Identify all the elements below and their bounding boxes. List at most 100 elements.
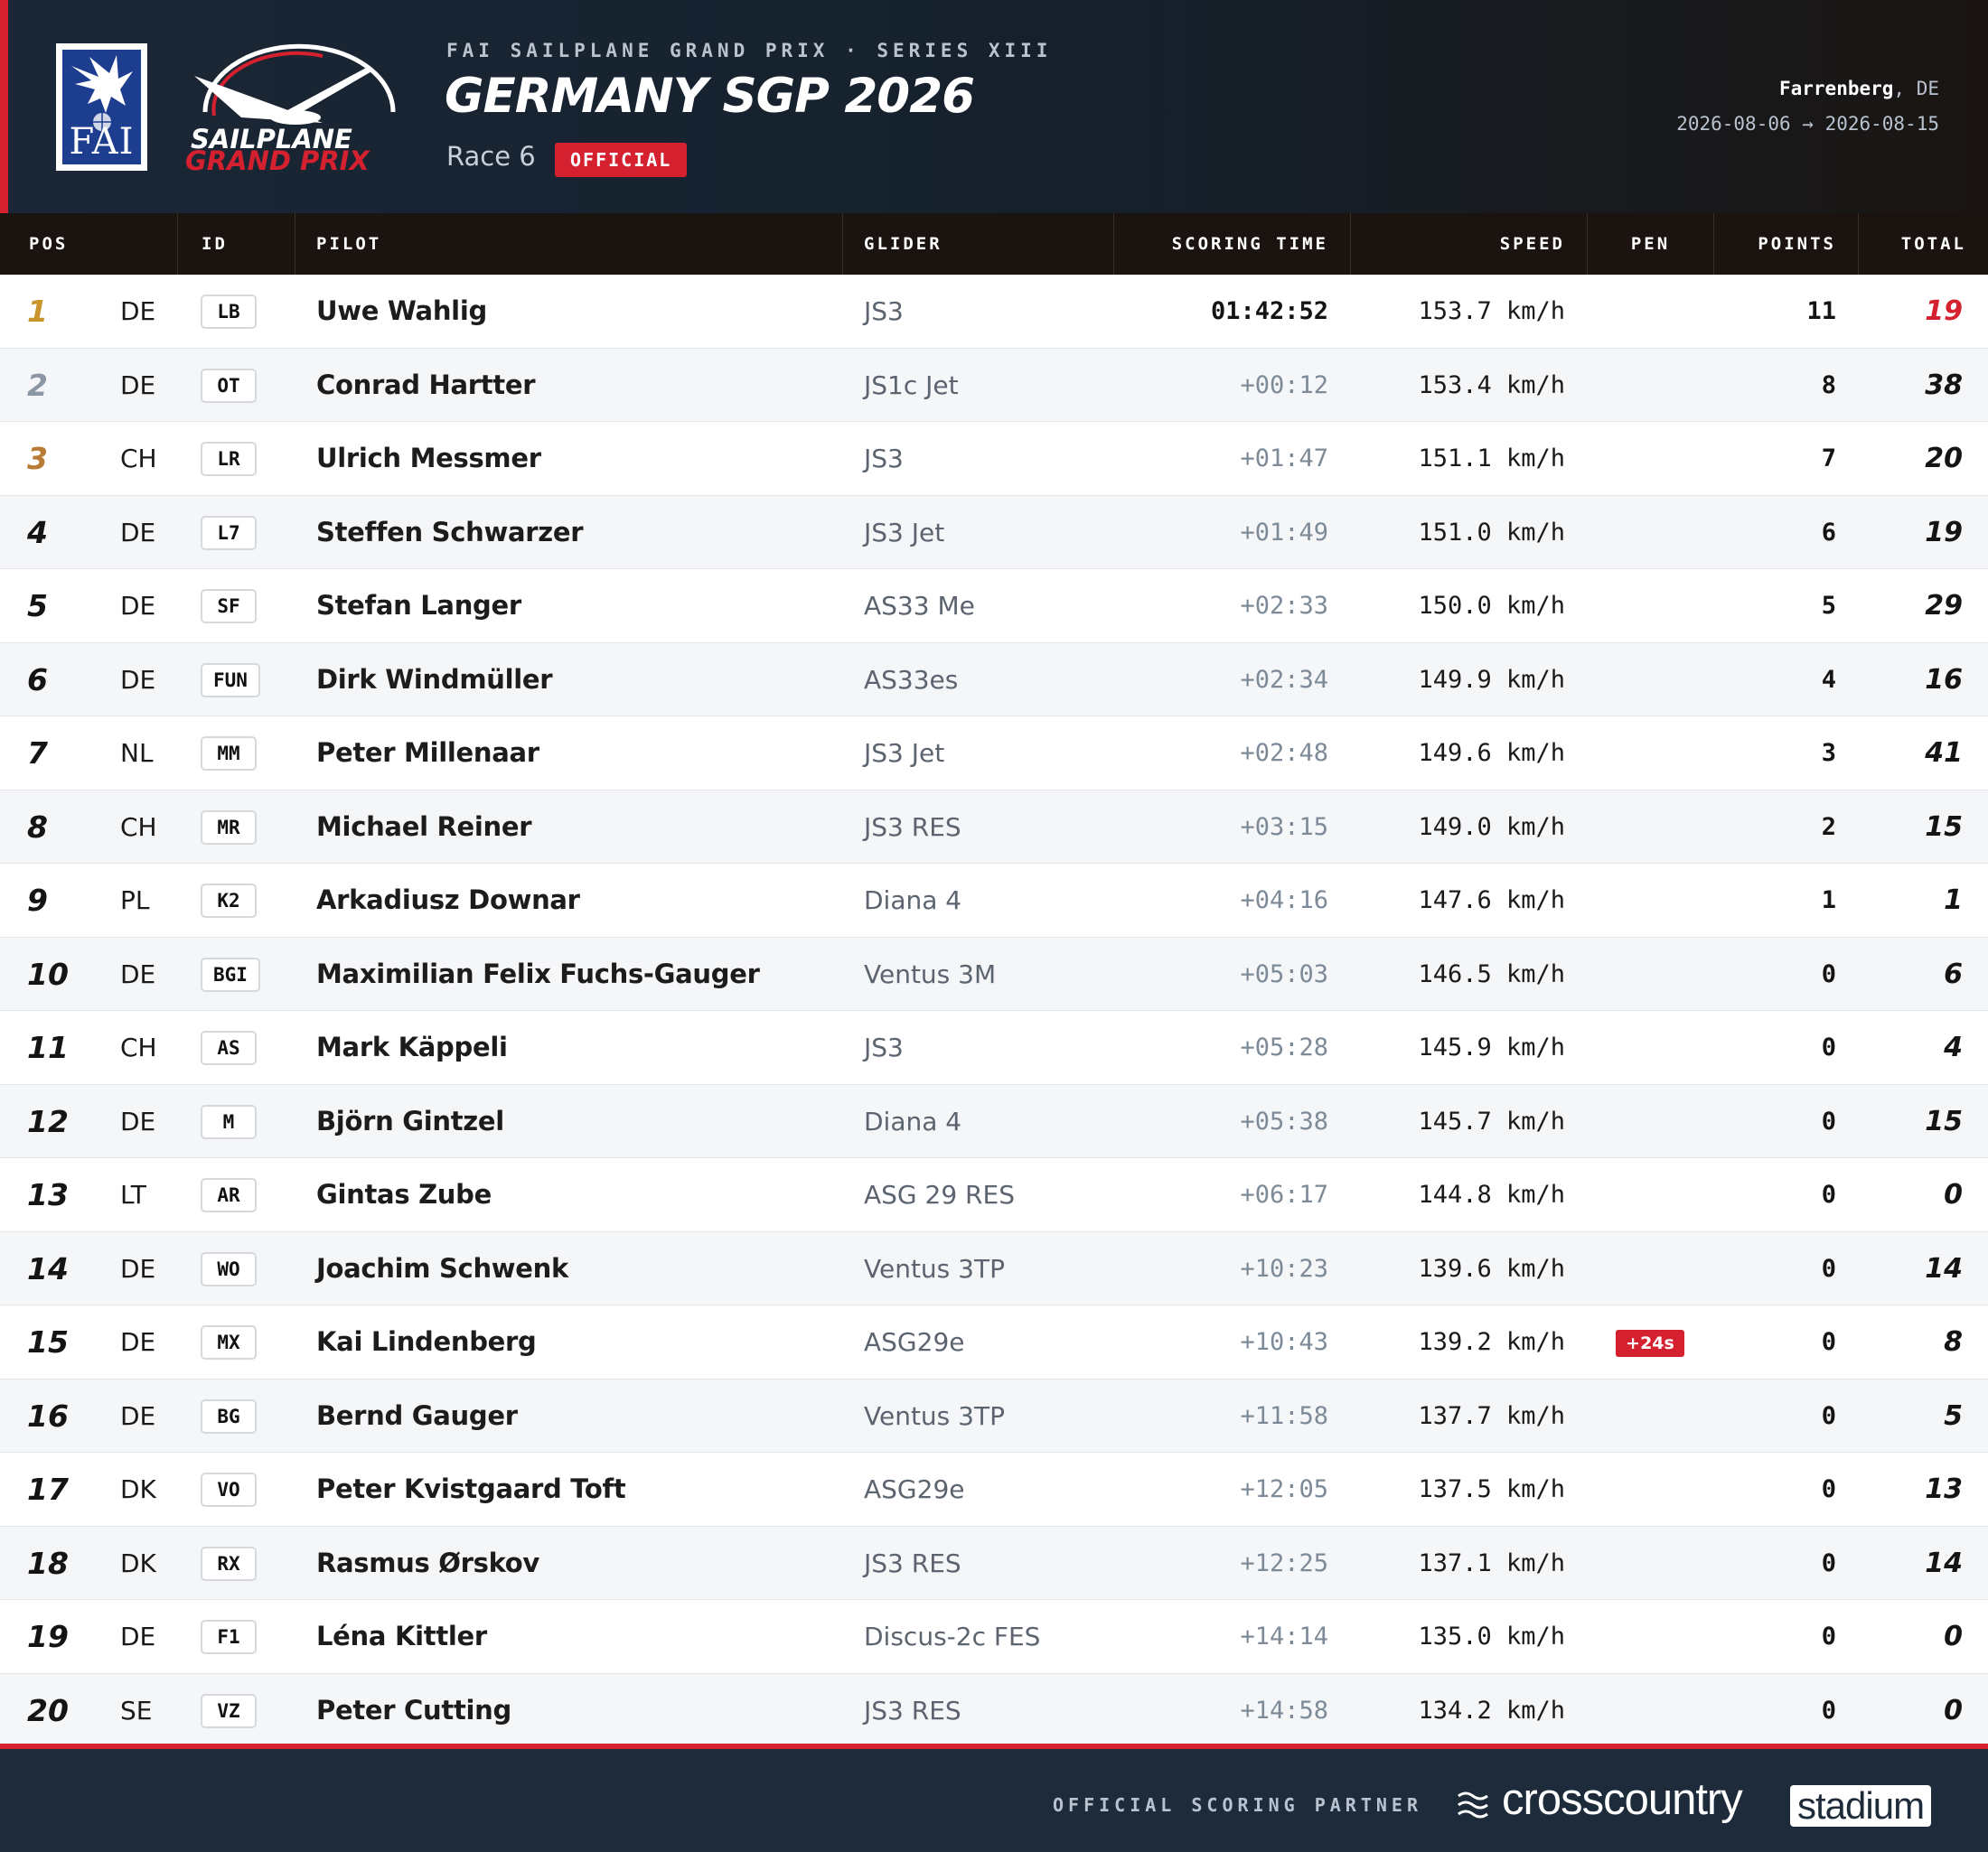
position: 7 — [27, 735, 48, 771]
pilot-name[interactable]: Rasmus Ørskov — [316, 1527, 539, 1600]
pilot-name[interactable]: Stefan Langer — [316, 569, 521, 642]
brand-wordmark[interactable]: crosscountry — [1502, 1774, 1743, 1825]
pilot-name[interactable]: Conrad Hartter — [316, 349, 536, 422]
scoring-time: +05:28 — [1240, 1034, 1328, 1062]
table-row[interactable]: 1 DE LB Uwe Wahlig JS3 01:42:52 153.7 km/h 11 19 — [0, 275, 1988, 349]
position: 10 — [27, 956, 69, 992]
table-row[interactable]: 20 SE VZ Peter Cutting JS3 RES +14:58 134.2 km… — [0, 1673, 1988, 1747]
glider-type: JS3 RES — [864, 1695, 961, 1726]
pilot-name[interactable]: Steffen Schwarzer — [316, 496, 584, 569]
glider-type: Discus-2c FES — [864, 1622, 1041, 1651]
competition-id-badge: BGI — [201, 957, 260, 992]
pilot-name[interactable]: Michael Reiner — [316, 790, 532, 864]
pilot-name[interactable]: Joachim Schwenk — [316, 1232, 568, 1305]
penalty — [1616, 1011, 1684, 1084]
day-points: 6 — [1821, 518, 1836, 547]
pilot-name[interactable]: Bernd Gauger — [316, 1380, 518, 1453]
scoring-time: +01:49 — [1240, 518, 1328, 547]
total-points: 4 — [1944, 1032, 1963, 1063]
pilot-name[interactable]: Arkadiusz Downar — [316, 864, 580, 937]
speed: 145.7 km/h — [1418, 1107, 1565, 1136]
total-points: 0 — [1944, 1179, 1963, 1211]
penalty — [1616, 422, 1684, 495]
total-points: 20 — [1925, 443, 1963, 474]
pilot-name[interactable]: Gintas Zube — [316, 1158, 492, 1231]
page-title: GERMANY SGP 2026 — [445, 69, 975, 124]
column-header-total[interactable]: TOTAL — [1858, 213, 1988, 275]
day-points: 0 — [1821, 1548, 1836, 1577]
table-row[interactable]: 14 DE WO Joachim Schwenk Ventus 3TP +10:23 139… — [0, 1231, 1988, 1305]
pilot-name[interactable]: Peter Kvistgaard Toft — [316, 1453, 626, 1526]
table-row[interactable]: 10 DE BGI Maximilian Felix Fuchs-Gauger Vent… — [0, 937, 1988, 1011]
pilot-name[interactable]: Ulrich Messmer — [316, 422, 541, 495]
competition-id-badge: BG — [201, 1398, 257, 1434]
pilot-name[interactable]: Léna Kittler — [316, 1600, 487, 1673]
day-points: 2 — [1821, 812, 1836, 841]
competition-id-badge: OT — [201, 368, 257, 403]
speed: 139.6 km/h — [1418, 1254, 1565, 1283]
nation-code: DE — [120, 1400, 156, 1431]
table-row[interactable]: 3 CH LR Ulrich Messmer JS3 +01:47 151.1 km/h 7 2… — [0, 422, 1988, 496]
glider-type: ASG29e — [864, 1327, 965, 1357]
position: 6 — [27, 661, 48, 697]
speed: 153.4 km/h — [1418, 370, 1565, 399]
table-row[interactable]: 6 DE FUN Dirk Windmüller AS33es +02:34 149.9 k… — [0, 642, 1988, 716]
scoring-time: +00:12 — [1240, 370, 1328, 399]
table-row[interactable]: 13 LT AR Gintas Zube ASG 29 RES +06:17 144.8 k… — [0, 1158, 1988, 1232]
scoring-time: +02:34 — [1240, 665, 1328, 694]
table-row[interactable]: 16 DE BG Bernd Gauger Ventus 3TP +11:58 137.7 … — [0, 1379, 1988, 1453]
position: 13 — [27, 1177, 69, 1212]
column-header-speed[interactable]: SPEED — [1350, 213, 1587, 275]
pilot-name[interactable]: Peter Cutting — [316, 1674, 511, 1747]
column-header-pen[interactable]: PEN — [1587, 213, 1713, 275]
table-row[interactable]: 17 DK VO Peter Kvistgaard Toft ASG29e +12:05 1… — [0, 1453, 1988, 1527]
table-row[interactable]: 15 DE MX Kai Lindenberg ASG29e +10:43 139.2 km… — [0, 1305, 1988, 1380]
day-points: 0 — [1821, 1328, 1836, 1356]
position: 12 — [27, 1103, 69, 1139]
nation-code: CH — [120, 1033, 157, 1062]
table-row[interactable]: 7 NL MM Peter Millenaar JS3 Jet +02:48 149.6 k… — [0, 716, 1988, 790]
nation-code: LT — [120, 1180, 146, 1210]
table-row[interactable]: 2 DE OT Conrad Hartter JS1c Jet +00:12 153.4 k… — [0, 348, 1988, 422]
brand-stadium-box[interactable]: stadium — [1790, 1785, 1932, 1827]
competition-id-badge: AR — [201, 1178, 257, 1212]
table-row[interactable]: 8 CH MR Michael Reiner JS3 RES +03:15 149.0 km… — [0, 790, 1988, 864]
table-row[interactable]: 11 CH AS Mark Käppeli JS3 +05:28 145.9 km/h 0 4 — [0, 1011, 1988, 1085]
speed: 134.2 km/h — [1418, 1696, 1565, 1725]
nation-code: DE — [120, 517, 156, 547]
table-row[interactable]: 12 DE M Björn Gintzel Diana 4 +05:38 145.7 km/… — [0, 1084, 1988, 1158]
table-row[interactable]: 5 DE SF Stefan Langer AS33 Me +02:33 150.0 km/… — [0, 569, 1988, 643]
penalty — [1616, 1527, 1684, 1600]
sgp-logo: SAILPLANE GRAND PRIX — [185, 40, 408, 175]
nation-code: SE — [120, 1695, 153, 1726]
total-points: 15 — [1925, 810, 1963, 843]
pilot-name[interactable]: Björn Gintzel — [316, 1085, 504, 1158]
competition-id-badge: M — [201, 1104, 257, 1139]
table-row[interactable]: 9 PL K2 Arkadiusz Downar Diana 4 +04:16 147.6 … — [0, 864, 1988, 938]
total-points: 1 — [1944, 884, 1963, 916]
nation-code: NL — [120, 738, 154, 768]
pilot-name[interactable]: Maximilian Felix Fuchs-Gauger — [316, 938, 760, 1011]
competition-id-badge: LB — [201, 295, 257, 329]
table-row[interactable]: 18 DK RX Rasmus Ørskov JS3 RES +12:25 137.1 km… — [0, 1526, 1988, 1600]
pilot-name[interactable]: Kai Lindenberg — [316, 1305, 537, 1379]
position: 20 — [27, 1692, 69, 1728]
column-header-pilot[interactable]: PILOT — [295, 213, 381, 275]
total-points: 19 — [1925, 516, 1963, 548]
nation-code: PL — [120, 885, 150, 915]
penalty — [1616, 864, 1684, 937]
total-points: 19 — [1925, 295, 1963, 327]
column-header-pos[interactable]: POS — [29, 213, 68, 275]
penalty — [1616, 1380, 1684, 1453]
pilot-name[interactable]: Dirk Windmüller — [316, 643, 553, 716]
column-header-id[interactable]: ID — [177, 213, 228, 275]
pilot-name[interactable]: Mark Käppeli — [316, 1011, 508, 1084]
pilot-name[interactable]: Peter Millenaar — [316, 716, 539, 790]
column-header-scoring-time[interactable]: SCORING TIME — [1113, 213, 1350, 275]
pilot-name[interactable]: Uwe Wahlig — [316, 275, 487, 348]
column-header-glider[interactable]: GLIDER — [842, 213, 942, 275]
table-row[interactable]: 4 DE L7 Steffen Schwarzer JS3 Jet +01:49 151.0… — [0, 495, 1988, 569]
table-row[interactable]: 19 DE F1 Léna Kittler Discus-2c FES +14:14 135… — [0, 1600, 1988, 1674]
column-header-points[interactable]: POINTS — [1713, 213, 1858, 275]
competition-id-badge: MM — [201, 736, 257, 771]
